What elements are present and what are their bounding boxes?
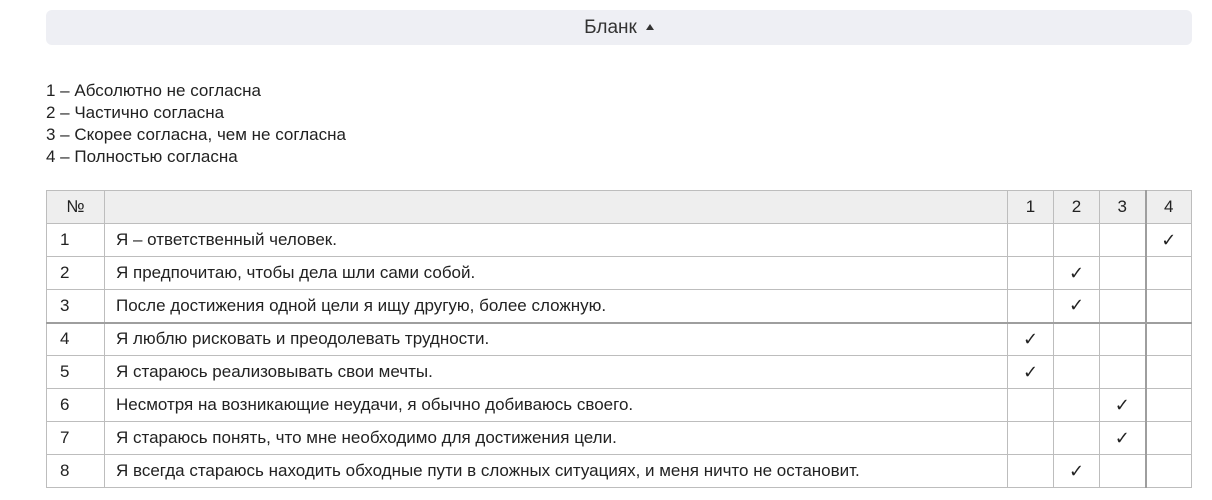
answer-cell-1[interactable]: ✓	[1007, 355, 1054, 389]
row-number: 2	[46, 256, 105, 290]
answer-cell-1[interactable]	[1007, 256, 1054, 290]
legend-item: 2 – Частично согласна	[46, 103, 225, 122]
answer-cell-3[interactable]: ✓	[1099, 421, 1146, 455]
blank-collapse-toggle[interactable]: Бланк	[46, 10, 1192, 45]
answer-cell-4[interactable]	[1144, 454, 1192, 488]
row-number: 3	[46, 289, 105, 323]
header-option-4: 4	[1144, 190, 1192, 224]
table-row: 1Я – ответственный человек. ✓	[46, 223, 1192, 257]
rating-legend: 1 – Абсолютно не согласна 2 – Частично с…	[46, 80, 346, 168]
answer-cell-2[interactable]	[1053, 388, 1100, 422]
legend-item: 4 – Полностью согласна	[46, 147, 238, 166]
row-statement: Я стараюсь понять, что мне необходимо дл…	[104, 421, 1008, 455]
collapse-label: Бланк	[584, 16, 637, 38]
checkmark-icon: ✓	[1068, 262, 1085, 284]
legend-item: 3 – Скорее согласна, чем не согласна	[46, 125, 346, 144]
answer-cell-3[interactable]	[1099, 223, 1146, 257]
answer-cell-4[interactable]: ✓	[1144, 223, 1192, 257]
row-statement: После достижения одной цели я ищу другую…	[104, 289, 1008, 323]
answer-cell-1[interactable]	[1007, 421, 1054, 455]
page: Бланк 1 – Абсолютно не согласна 2 – Част…	[0, 0, 1212, 500]
checkmark-icon: ✓	[1114, 394, 1130, 416]
answer-cell-1[interactable]	[1007, 223, 1054, 257]
table-row: 3 После достижения одной цели я ищу другу…	[46, 289, 1192, 323]
row-statement: Несмотря на возникающие неудачи, я обычн…	[104, 388, 1008, 422]
row-number: 7	[46, 421, 105, 455]
answer-cell-3[interactable]	[1099, 289, 1146, 323]
row-number: 8	[46, 454, 105, 488]
table-row: 6 Несмотря на возникающие неудачи, я обыч…	[46, 388, 1192, 422]
header-number: №	[46, 190, 105, 224]
row-number: 4	[46, 321, 105, 356]
checkmark-icon: ✓	[1068, 460, 1085, 482]
table-row: 8Я всегда стараюсь находить обходные пут…	[46, 454, 1192, 488]
checkmark-icon: ✓	[1022, 361, 1039, 383]
header-option-2: 2	[1053, 190, 1100, 224]
checkmark-icon: ✓	[1022, 328, 1039, 350]
answer-cell-4[interactable]	[1144, 321, 1192, 356]
caret-up-icon	[645, 23, 654, 30]
table-header-row: № 1 2 3 4	[46, 190, 1192, 224]
answer-cell-3[interactable]	[1099, 454, 1146, 488]
answer-cell-1[interactable]: ✓	[1007, 321, 1054, 356]
row-statement: Я всегда стараюсь находить обходные пути…	[104, 454, 1008, 488]
legend-item: 1 – Абсолютно не согласна	[46, 81, 261, 100]
answer-cell-4[interactable]	[1144, 289, 1192, 323]
table-row: 2Я предпочитаю, чтобы дела шли сами собо…	[46, 256, 1192, 290]
header-statement	[104, 190, 1008, 224]
row-statement: Я предпочитаю, чтобы дела шли сами собой…	[104, 256, 1008, 290]
answer-cell-4[interactable]	[1144, 388, 1192, 422]
answer-cell-3[interactable]	[1099, 355, 1146, 389]
checkmark-icon: ✓	[1068, 295, 1085, 317]
answer-cell-3[interactable]: ✓	[1099, 388, 1146, 422]
answer-cell-2[interactable]: ✓	[1053, 289, 1100, 323]
row-number: 6	[46, 388, 105, 422]
answer-cell-4[interactable]	[1144, 421, 1192, 455]
answer-cell-1[interactable]	[1007, 289, 1054, 323]
table-row: 5Я стараюсь реализовывать свои мечты. ✓	[46, 355, 1192, 389]
checkmark-icon: ✓	[1114, 427, 1130, 449]
answer-cell-1[interactable]	[1007, 454, 1054, 488]
header-option-1: 1	[1007, 190, 1054, 224]
table-row: 7Я стараюсь понять, что мне необходимо д…	[46, 421, 1192, 455]
table-row: 4Я люблю рисковать и преодолевать трудно…	[46, 321, 1192, 356]
table-body: 1Я – ответственный человек. ✓ 2 Я предпочит…	[46, 223, 1192, 488]
answer-cell-2[interactable]	[1053, 223, 1100, 257]
row-number: 1	[46, 223, 105, 257]
answer-cell-2[interactable]: ✓	[1053, 454, 1100, 488]
answer-cell-2[interactable]	[1053, 355, 1100, 389]
answer-cell-2[interactable]	[1053, 421, 1100, 455]
answer-cell-4[interactable]	[1144, 256, 1192, 290]
row-statement: Я стараюсь реализовывать свои мечты.	[104, 355, 1008, 389]
answer-cell-2[interactable]	[1053, 321, 1100, 356]
answer-cell-2[interactable]: ✓	[1053, 256, 1100, 290]
answer-cell-3[interactable]	[1099, 256, 1146, 290]
answer-cell-3[interactable]	[1099, 321, 1146, 356]
row-statement: Я люблю рисковать и преодолевать труднос…	[104, 321, 1008, 356]
row-number: 5	[46, 355, 105, 389]
checkmark-icon: ✓	[1161, 229, 1177, 251]
questionnaire-table: № 1 2 3 4 1Я – ответственный человек. ✓ 2 Я…	[46, 190, 1192, 488]
header-option-3: 3	[1099, 190, 1146, 224]
row-statement: Я – ответственный человек.	[104, 223, 1008, 257]
answer-cell-1[interactable]	[1007, 388, 1054, 422]
answer-cell-4[interactable]	[1144, 355, 1192, 389]
